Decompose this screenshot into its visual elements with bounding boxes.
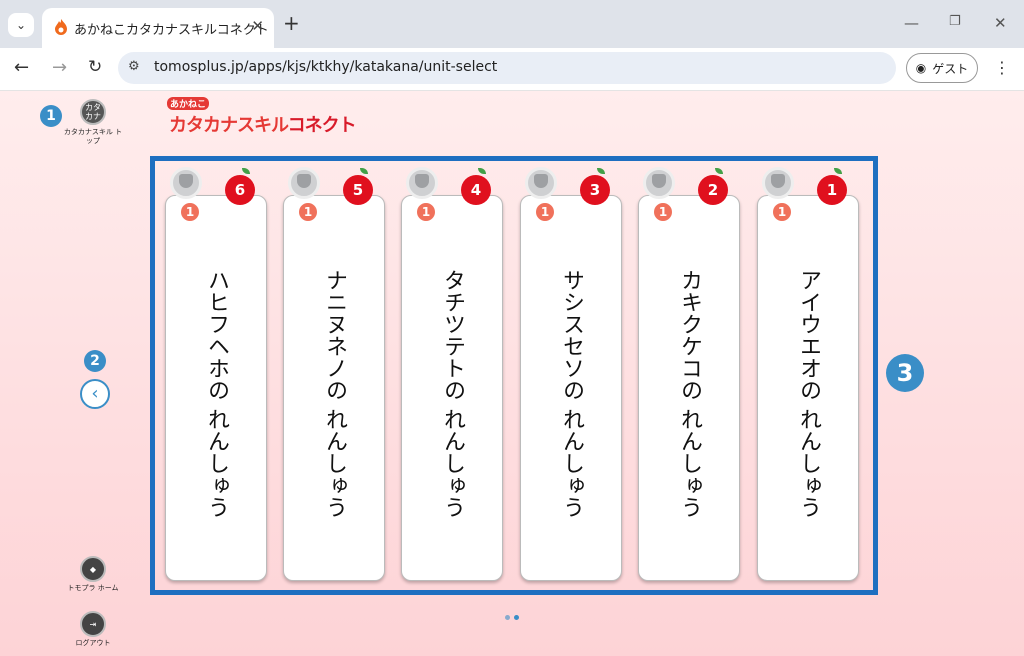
- apple-count-badge: 6: [225, 175, 255, 205]
- app-logo: あかねこ カタカナスキルコネクト: [167, 97, 367, 137]
- new-tab-button[interactable]: +: [283, 11, 300, 35]
- address-bar[interactable]: ⚙ tomosplus.jp/apps/kjs/ktkhy/katakana/u…: [118, 52, 896, 84]
- minimize-icon[interactable]: —: [904, 14, 919, 32]
- unit-card[interactable]: ハヒフヘホの れんしゅう: [165, 195, 267, 581]
- forward-icon[interactable]: →: [52, 57, 67, 78]
- app-page: 1 カタ カナ カタカナスキル トップ あかねこ カタカナスキルコネクト 2 ‹…: [0, 91, 1024, 656]
- url-text: tomosplus.jp/apps/kjs/ktkhy/katakana/uni…: [154, 59, 498, 75]
- logout-label: ログアウト: [75, 639, 111, 647]
- cat-avatar-icon: [170, 167, 202, 199]
- page-dot-2[interactable]: [514, 615, 519, 620]
- profile-label: ゲスト: [932, 61, 969, 76]
- unit-label: ナニヌネノの れんしゅう: [322, 268, 347, 518]
- marker-1: 1: [40, 105, 62, 127]
- tab-search-chevron-icon[interactable]: ⌄: [8, 13, 34, 37]
- home-drop-icon: ◆: [89, 564, 97, 574]
- window-close-icon[interactable]: ✕: [994, 14, 1007, 32]
- logout-icon: ⇥: [89, 619, 97, 629]
- site-settings-icon[interactable]: ⚙: [128, 59, 140, 74]
- unit-label: サシスセソの れんしゅう: [559, 268, 584, 518]
- apple-count-badge: 2: [698, 175, 728, 205]
- unit-card[interactable]: ナニヌネノの れんしゅう: [283, 195, 385, 581]
- logout-button[interactable]: ⇥: [80, 611, 106, 637]
- logo-main-text: カタカナスキルコネクト: [169, 111, 357, 137]
- apple-count-badge: 4: [461, 175, 491, 205]
- level-badge: 1: [534, 201, 556, 223]
- tomopla-home-button[interactable]: ◆: [80, 556, 106, 582]
- cat-avatar-icon: [762, 167, 794, 199]
- katakana-top-label: カタカナスキル トップ: [63, 128, 123, 145]
- unit-label: タチツテトの れんしゅう: [440, 268, 465, 518]
- level-badge: 1: [297, 201, 319, 223]
- reload-icon[interactable]: ↻: [88, 57, 102, 77]
- unit-label: ハヒフヘホの れんしゅう: [204, 268, 229, 518]
- cat-face-shape: [652, 174, 666, 188]
- browser-toolbar: ← → ↻ ⚙ tomosplus.jp/apps/kjs/ktkhy/kata…: [0, 48, 1024, 91]
- active-tab[interactable]: あかねこカタカナスキルコネクト ✕: [42, 8, 274, 48]
- level-badge: 1: [415, 201, 437, 223]
- level-badge: 1: [652, 201, 674, 223]
- tab-strip: ⌄ あかねこカタカナスキルコネクト ✕ + — ❐ ✕: [0, 0, 1024, 48]
- profile-icon: ◉: [915, 61, 927, 75]
- tomopla-home-label: トモプラ ホーム: [67, 584, 119, 592]
- unit-label: カキクケコの れんしゅう: [677, 268, 702, 518]
- unit-card[interactable]: アイウエオの れんしゅう: [757, 195, 859, 581]
- cat-face-shape: [179, 174, 193, 188]
- level-badge: 1: [771, 201, 793, 223]
- page-dot-1[interactable]: [505, 615, 510, 620]
- previous-page-button[interactable]: ‹: [80, 379, 110, 409]
- apple-count-badge: 5: [343, 175, 373, 205]
- marker-2: 2: [84, 350, 106, 372]
- logo-main-part: カタカナスキル: [169, 115, 289, 136]
- unit-card[interactable]: サシスセソの れんしゅう: [520, 195, 622, 581]
- unit-card[interactable]: カキクケコの れんしゅう: [638, 195, 740, 581]
- unit-label: アイウエオの れんしゅう: [796, 268, 821, 518]
- close-tab-icon[interactable]: ✕: [251, 17, 264, 35]
- logo-small-text: あかねこ: [167, 97, 210, 110]
- apple-count-badge: 3: [580, 175, 610, 205]
- logo-accent-part: コネクト: [287, 115, 357, 136]
- cat-avatar-icon: [525, 167, 557, 199]
- browser-menu-icon[interactable]: ⋮: [994, 58, 1010, 77]
- cat-face-shape: [415, 174, 429, 188]
- cat-face-shape: [534, 174, 548, 188]
- cat-face-shape: [771, 174, 785, 188]
- tab-title: あかねこカタカナスキルコネクト: [74, 23, 269, 38]
- unit-card[interactable]: タチツテトの れんしゅう: [401, 195, 503, 581]
- back-icon[interactable]: ←: [14, 57, 29, 78]
- cat-avatar-icon: [643, 167, 675, 199]
- level-badge: 1: [179, 201, 201, 223]
- flame-favicon-icon: [55, 19, 67, 35]
- cat-avatar-icon: [406, 167, 438, 199]
- profile-button[interactable]: ◉ ゲスト: [906, 53, 978, 83]
- katakana-top-button[interactable]: カタ カナ: [80, 99, 106, 125]
- cat-face-shape: [297, 174, 311, 188]
- apple-count-badge: 1: [817, 175, 847, 205]
- katakana-top-icon: カタ カナ: [85, 103, 101, 121]
- restore-icon[interactable]: ❐: [949, 14, 961, 29]
- marker-3: 3: [886, 354, 924, 392]
- cat-avatar-icon: [288, 167, 320, 199]
